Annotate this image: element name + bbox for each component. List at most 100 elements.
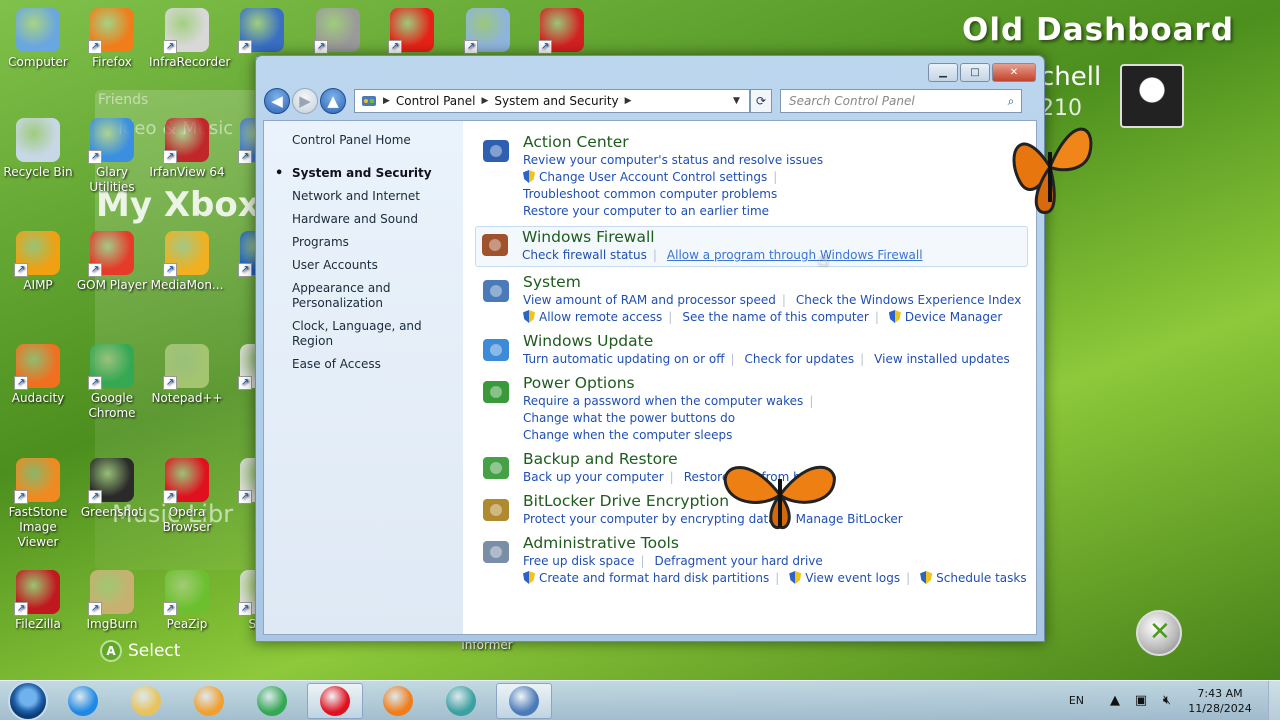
taskbar-app-media-player[interactable] [181,683,237,719]
category-link[interactable]: View event logs [789,570,900,587]
category-icon[interactable] [480,275,512,307]
search-icon[interactable]: ⌕ [1001,94,1021,109]
desktop-icon[interactable]: ↗ MediaMon... [149,231,225,293]
category-link[interactable]: Free up disk space [523,553,635,570]
network-icon[interactable]: ▣ [1132,693,1150,708]
desktop-icon[interactable]: ↗ Notepad++ [149,344,225,406]
volume-muted-icon[interactable]: 🔇︎ [1158,693,1176,708]
category-title[interactable]: Power Options [523,374,1036,393]
clock[interactable]: 7:43 AM 11/28/2024 [1184,686,1256,716]
breadcrumb-control-panel[interactable]: Control Panel [396,94,476,108]
category-title[interactable]: Windows Firewall [522,228,1027,247]
taskbar-app-opera[interactable] [307,682,363,719]
taskbar-app-firefox[interactable] [370,683,426,719]
category-icon[interactable] [480,452,512,484]
category-link[interactable]: Change what the power buttons do [523,410,735,427]
category-link[interactable]: View amount of RAM and processor speed [523,292,776,309]
category-link[interactable]: Turn automatic updating on or off [523,351,725,368]
category-link[interactable]: View installed updates [874,351,1010,368]
taskbar-app-control-panel[interactable] [496,682,552,719]
forward-button[interactable]: ▶ [292,88,318,114]
sidebar-item[interactable]: Appearance and Personalization [264,281,463,311]
minimize-button[interactable]: ▁ [928,63,958,82]
category-icon[interactable] [480,376,512,408]
category-link[interactable]: Check the Windows Experience Index [796,292,1021,309]
show-desktop-button[interactable] [1268,680,1280,720]
category-title[interactable]: Action Center [523,133,1036,152]
category-link[interactable]: See the name of this computer [682,309,869,326]
taskbar-app-peazip[interactable] [433,683,489,719]
language-indicator[interactable]: EN [1069,694,1084,707]
desktop-icon[interactable]: ↗ Audacity [0,344,76,406]
desktop-icon[interactable]: ↗ [450,8,526,55]
address-dropdown-icon[interactable]: ▼ [733,96,749,106]
desktop-icon-label: Notepad++ [151,391,223,405]
sidebar-item[interactable]: Programs [264,235,463,250]
desktop-icon[interactable]: ↗ Opera Browser [149,458,225,535]
category-link[interactable]: Review your computer's status and resolv… [523,152,823,169]
category-link[interactable]: Schedule tasks [920,570,1027,587]
desktop-icon[interactable]: ↗ GOM Player [74,231,150,293]
category-link[interactable]: Back up your computer [523,469,664,486]
sidebar-items: System and Security Network and Internet H… [264,166,463,372]
desktop-icon[interactable]: ↗ InfraRecorder [149,8,230,70]
up-button[interactable]: ▲ [320,88,346,114]
category-title[interactable]: System [523,273,1036,292]
category-link[interactable]: Check firewall status [522,247,647,264]
sidebar-item[interactable]: User Accounts [264,258,463,273]
sidebar-item[interactable]: System and Security [264,166,463,181]
desktop-icon[interactable]: ↗ ImgBurn [74,570,150,632]
desktop-icon[interactable]: ↗ [524,8,600,55]
back-button[interactable]: ◀ [264,88,290,114]
category-title[interactable]: Administrative Tools [523,534,1036,553]
sidebar-item-home[interactable]: Control Panel Home [264,133,463,148]
sidebar-item[interactable]: Hardware and Sound [264,212,463,227]
search-input[interactable]: Search Control Panel ⌕ [780,89,1022,113]
sidebar-item[interactable]: Clock, Language, and Region [264,319,463,349]
sidebar-item[interactable]: Network and Internet [264,189,463,204]
category-link[interactable]: Require a password when the computer wak… [523,393,803,410]
category-list: Action Center Review your computer's stat… [463,121,1036,634]
category-link[interactable]: Change User Account Control settings [523,169,767,186]
category-icon[interactable] [480,334,512,366]
category-link[interactable]: Defragment your hard drive [655,553,823,570]
category-link[interactable]: Allow a program through Windows Firewall [667,247,923,264]
desktop-icon[interactable]: ↗ Glary Utilities [74,118,150,195]
category-icon[interactable] [479,229,511,261]
maximize-button[interactable]: □ [960,63,990,82]
category-link[interactable]: Allow remote access [523,309,662,326]
taskbar-app-chrome[interactable] [244,683,300,719]
desktop-icon[interactable]: ↗ Greenshot [74,458,150,520]
desktop-icon[interactable]: ↗ Google Chrome [74,344,150,421]
desktop-icon[interactable]: Computer [0,8,76,70]
desktop-icon[interactable]: ↗ IrfanView 64 [149,118,225,180]
category-link[interactable]: Change when the computer sleeps [523,427,732,444]
category-title[interactable]: Windows Update [523,332,1036,351]
desktop-icon[interactable]: ↗ FileZilla [0,570,76,632]
desktop-icon[interactable]: ↗ FastStone Image Viewer [0,458,76,550]
category-link[interactable]: Troubleshoot common computer problems [523,186,777,203]
address-bar[interactable]: ▶ Control Panel ▶ System and Security ▶ … [354,89,750,113]
taskbar-app-internet-explorer[interactable] [55,683,111,719]
sidebar-item[interactable]: Ease of Access [264,357,463,372]
category-link[interactable]: Device Manager [888,309,1002,326]
show-hidden-icons-icon[interactable]: ▲ [1106,693,1124,708]
category-link[interactable]: Create and format hard disk partitions [523,570,769,587]
desktop-icon[interactable]: ↗ PeaZip [149,570,225,632]
category-icon[interactable] [480,536,512,568]
start-button[interactable] [8,680,48,720]
desktop-icon[interactable]: Recycle Bin [0,118,76,180]
desktop-icon[interactable]: ↗ [300,8,376,55]
desktop-icon[interactable]: ↗ Firefox [74,8,150,70]
category-link[interactable]: Restore your computer to an earlier time [523,203,769,220]
desktop-icon[interactable]: ↗ [374,8,450,55]
desktop-icon[interactable]: ↗ AIMP [0,231,76,293]
breadcrumb-system-security[interactable]: System and Security [494,94,618,108]
uac-shield-icon [789,571,802,584]
refresh-button[interactable]: ⟳ [750,89,772,113]
close-button[interactable]: ✕ [992,63,1036,82]
taskbar-app-file-explorer[interactable] [118,683,174,719]
category-icon[interactable] [480,135,512,167]
category-link[interactable]: Check for updates [745,351,855,368]
category-icon[interactable] [480,494,512,526]
